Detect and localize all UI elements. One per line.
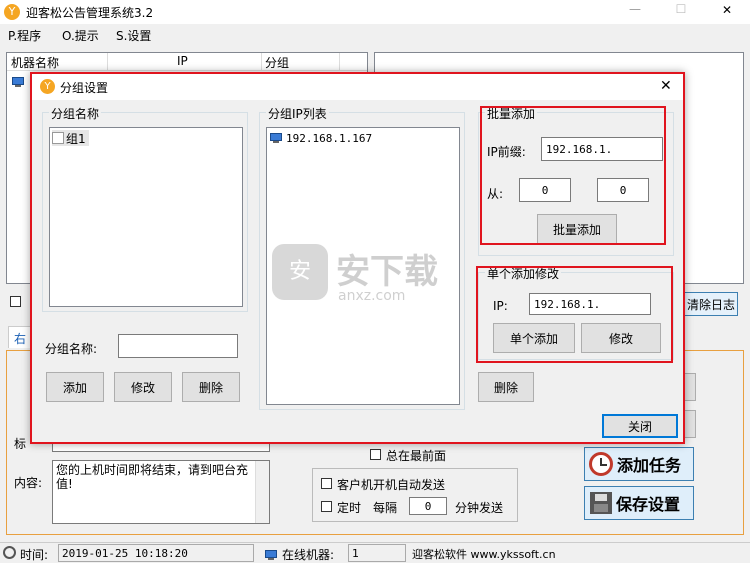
online-value-box: 1 <box>348 544 406 562</box>
maximize-button[interactable]: ☐ <box>666 2 696 16</box>
online-value: 1 <box>352 547 359 560</box>
online-label: 在线机器: <box>282 548 335 562</box>
menu-program[interactable]: P.程序 <box>8 27 41 44</box>
content-textarea[interactable]: 您的上机时间即将结束，请到吧台充值! <box>52 460 270 524</box>
group-icon <box>52 132 64 144</box>
group-name-label: 分组名称: <box>45 342 98 356</box>
group-settings-dialog: Y 分组设置 ✕ 分组名称 组1 分组IP列表 192.168.1.167 分组… <box>30 72 685 444</box>
add-group-button[interactable]: 添加 <box>46 372 104 402</box>
app-logo-icon: Y <box>4 4 20 20</box>
delete-group-label: 删除 <box>198 380 223 395</box>
content-text: 您的上机时间即将结束，请到吧台充值! <box>56 463 249 491</box>
batch-add-highlight <box>480 106 666 245</box>
interval-value: 0 <box>424 499 432 513</box>
delete-group-button[interactable]: 删除 <box>182 372 240 402</box>
list-item[interactable]: 192.168.1.167 <box>269 130 372 146</box>
always-top-label: 总在最前面 <box>386 449 447 463</box>
computer-icon <box>269 132 283 144</box>
time-value: 2019-01-25 10:18:20 <box>62 547 188 560</box>
add-group-label: 添加 <box>62 380 87 395</box>
minimize-button[interactable]: — <box>620 2 650 16</box>
group-name-box: 分组名称 组1 <box>42 105 248 312</box>
single-add-highlight <box>476 266 673 363</box>
add-task-button[interactable]: 添加任务 <box>584 447 694 481</box>
dialog-title-bar: Y 分组设置 ✕ <box>32 74 683 100</box>
modify-group-label: 修改 <box>130 380 155 395</box>
save-settings-label: 保存设置 <box>616 495 681 514</box>
every-label: 每隔 <box>373 501 398 515</box>
side-button-1[interactable] <box>684 373 696 401</box>
close-dialog-label: 关闭 <box>627 419 652 434</box>
col-ip[interactable]: IP <box>177 54 188 68</box>
clock-status-icon <box>3 546 16 559</box>
company-label: 迎客松软件 www.ykssoft.cn <box>412 548 556 561</box>
watermark: 安 安下载 anxz.com <box>272 244 482 308</box>
group-item-label: 组1 <box>66 131 86 146</box>
group-name-input[interactable] <box>118 334 238 358</box>
title-bar: Y 迎客松公告管理系统3.2 — ☐ ✕ <box>0 0 750 24</box>
send-options-group: 客户机开机自动发送 定时 每隔 0 分钟发送 <box>312 468 518 522</box>
tab-right-label: 右 <box>14 332 27 346</box>
time-value-box: 2019-01-25 10:18:20 <box>58 544 254 562</box>
online-machine-icon <box>264 550 278 561</box>
label-biao: 标 <box>14 437 27 451</box>
computer-icon <box>11 77 25 88</box>
content-scrollbar[interactable] <box>255 461 269 523</box>
list-item[interactable]: 组1 <box>52 130 89 146</box>
shield-icon: 安 <box>272 244 328 300</box>
time-label: 时间: <box>20 548 49 562</box>
close-button[interactable]: ✕ <box>712 3 742 17</box>
side-button-2[interactable] <box>684 410 696 438</box>
save-settings-button[interactable]: 保存设置 <box>584 486 694 520</box>
delete-ip-label: 删除 <box>493 380 518 395</box>
col-group[interactable]: 分组 <box>265 54 289 71</box>
content-label: 内容: <box>14 476 43 490</box>
menu-settings[interactable]: S.设置 <box>116 27 151 44</box>
always-top-checkbox[interactable] <box>370 449 381 460</box>
clock-icon <box>589 452 613 476</box>
group-name-title: 分组名称 <box>49 105 102 122</box>
menu-bar: P.程序 O.提示 S.设置 <box>0 24 750 46</box>
interval-field[interactable]: 0 <box>409 497 447 515</box>
delete-ip-button[interactable]: 删除 <box>478 372 534 402</box>
group-ip-title: 分组IP列表 <box>266 105 329 122</box>
auto-send-checkbox[interactable] <box>321 478 332 489</box>
select-all-checkbox[interactable] <box>10 296 21 307</box>
dialog-close-button[interactable]: ✕ <box>660 78 672 94</box>
auto-send-label: 客户机开机自动发送 <box>337 478 446 492</box>
table-header: 机器名称 IP 分组 <box>7 53 367 71</box>
group-list[interactable]: 组1 <box>49 127 243 307</box>
clear-log-button[interactable]: 清除日志 <box>684 292 738 316</box>
minutes-send-label: 分钟发送 <box>455 501 504 515</box>
status-bar: 时间: 2019-01-25 10:18:20 在线机器: 1 迎客松软件 ww… <box>0 542 750 563</box>
dialog-logo-icon: Y <box>40 79 55 94</box>
menu-prompt[interactable]: O.提示 <box>62 27 99 44</box>
watermark-en: anxz.com <box>338 288 406 304</box>
window-title: 迎客松公告管理系统3.2 <box>26 6 154 20</box>
timed-checkbox[interactable] <box>321 501 332 512</box>
add-task-label: 添加任务 <box>617 456 682 475</box>
floppy-disk-icon <box>590 492 612 514</box>
timed-label: 定时 <box>337 501 362 515</box>
watermark-cn: 安下载 <box>336 252 438 292</box>
modify-group-button[interactable]: 修改 <box>114 372 172 402</box>
ip-item-label: 192.168.1.167 <box>286 131 373 145</box>
close-dialog-button[interactable]: 关闭 <box>602 414 678 438</box>
clear-log-label: 清除日志 <box>686 297 735 312</box>
col-machine-name[interactable]: 机器名称 <box>11 54 59 71</box>
dialog-title: 分组设置 <box>60 81 109 95</box>
